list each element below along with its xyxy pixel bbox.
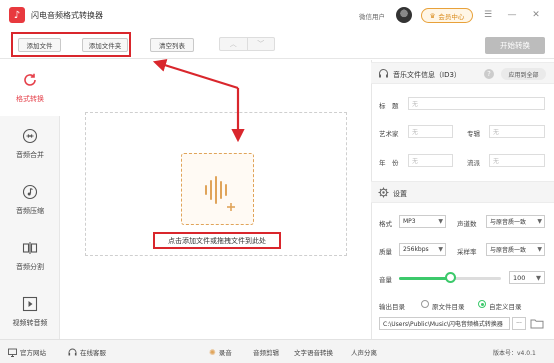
sample-rate-label: 采样率: [457, 248, 477, 256]
support-label: 在线客服: [80, 349, 106, 357]
custom-dir-label[interactable]: 自定义目录: [489, 301, 522, 311]
channel-label: 声道数: [457, 220, 477, 228]
format-select[interactable]: MP3 ▼: [399, 215, 446, 228]
album-field[interactable]: 无: [489, 125, 545, 138]
channel-value: 与原音质一致: [490, 219, 527, 226]
year-field-label: 年 份: [379, 159, 399, 167]
artist-field[interactable]: 无: [408, 125, 453, 138]
volume-input[interactable]: 100 ▼: [509, 271, 545, 284]
chevron-down-icon: ▼: [537, 218, 542, 225]
format-label: 格式: [379, 220, 392, 228]
website-label: 官方网站: [20, 349, 46, 357]
chevron-down-icon: ▼: [537, 246, 542, 253]
apply-all-button[interactable]: 应用到全部: [501, 68, 546, 80]
quality-value: 256kbps: [403, 246, 429, 253]
record-link[interactable]: ✺ 录音: [209, 347, 232, 358]
audio-cut-link[interactable]: 音频剪辑: [253, 347, 279, 357]
genre-field-label: 流派: [467, 159, 480, 167]
title-field[interactable]: 无: [408, 97, 545, 110]
quality-select[interactable]: 256kbps ▼: [399, 243, 446, 256]
headset-icon: [68, 348, 77, 355]
annotation-arrow-to-toolbar: [152, 58, 239, 90]
output-path-field[interactable]: C:\Users\Public\Music\闪电音频格式转换器: [379, 317, 510, 330]
chevron-down-icon: ▼: [536, 273, 541, 282]
title-field-label: 标 题: [379, 102, 399, 110]
volume-fill: [399, 277, 450, 280]
record-label: 录音: [218, 349, 232, 357]
channel-select[interactable]: 与原音质一致 ▼: [486, 215, 545, 228]
help-icon[interactable]: ?: [484, 69, 494, 79]
tts-link[interactable]: 文字语音转换: [294, 347, 333, 357]
sun-icon: ✺: [209, 347, 216, 357]
website-link[interactable]: 官方网站: [8, 347, 46, 357]
footer: 官方网站 在线客服 ✺ 录音 音频剪辑 文字语音转换 人声分离 版本号：v4.0…: [0, 339, 554, 363]
source-dir-radio[interactable]: [421, 300, 429, 308]
settings-title: 设置: [393, 190, 407, 198]
artist-field-label: 艺术家: [379, 130, 399, 138]
id3-info-header: 音乐文件信息（ID3） ? 应用到全部: [371, 62, 554, 84]
headphones-icon: [379, 69, 388, 78]
source-dir-label[interactable]: 原文件目录: [432, 301, 465, 311]
chevron-down-icon: ▼: [438, 246, 443, 253]
chevron-down-icon: ▼: [438, 218, 443, 225]
volume-slider-thumb[interactable]: [444, 272, 456, 283]
volume-value: 100: [513, 273, 526, 282]
sample-rate-value: 与原音质一致: [490, 247, 527, 254]
vocal-separation-link[interactable]: 人声分离: [351, 347, 377, 357]
monitor-icon: [8, 348, 17, 357]
year-field[interactable]: 无: [408, 154, 453, 167]
id3-info-title: 音乐文件信息（ID3）: [393, 71, 461, 79]
genre-field[interactable]: 无: [489, 154, 545, 167]
format-value: MP3: [403, 218, 416, 225]
album-field-label: 专辑: [467, 130, 480, 138]
version-label: 版本号：v4.0.1: [493, 350, 536, 357]
quality-label: 质量: [379, 248, 392, 256]
gear-icon: [378, 187, 389, 198]
folder-icon[interactable]: [530, 318, 544, 329]
custom-dir-radio[interactable]: [478, 300, 486, 308]
output-dir-label: 输出目录: [379, 303, 405, 311]
sample-rate-select[interactable]: 与原音质一致 ▼: [486, 243, 545, 256]
volume-label: 音量: [379, 276, 392, 284]
browse-button[interactable]: ···: [512, 317, 526, 330]
support-link[interactable]: 在线客服: [68, 347, 106, 357]
settings-header: 设置: [371, 181, 554, 203]
